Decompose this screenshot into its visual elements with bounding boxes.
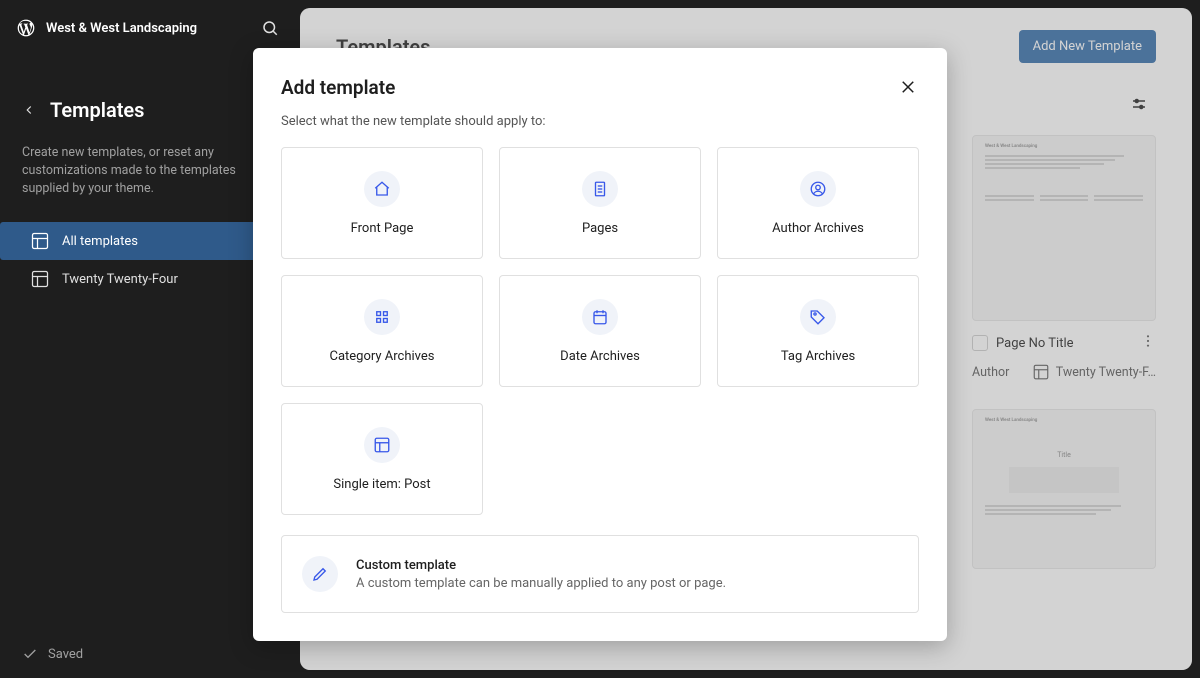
modal-layer: Add template Select what the new templat…	[0, 0, 1200, 678]
close-icon	[899, 78, 917, 96]
template-option-label: Pages	[582, 221, 618, 236]
modal-header: Add template	[281, 76, 919, 102]
template-option-label: Author Archives	[772, 221, 864, 236]
template-option-tag-archives[interactable]: Tag Archives	[717, 275, 919, 387]
modal-subtitle: Select what the new template should appl…	[281, 114, 919, 129]
template-option-date-archives[interactable]: Date Archives	[499, 275, 701, 387]
page-icon	[582, 171, 618, 207]
template-option-label: Category Archives	[330, 349, 435, 364]
custom-template-title: Custom template	[356, 558, 726, 573]
template-option-front-page[interactable]: Front Page	[281, 147, 483, 259]
layout-icon	[364, 427, 400, 463]
template-option-pages[interactable]: Pages	[499, 147, 701, 259]
user-icon	[800, 171, 836, 207]
home-icon	[364, 171, 400, 207]
template-options-grid: Front Page Pages Author Archives Categor…	[281, 147, 919, 515]
template-option-label: Date Archives	[560, 349, 640, 364]
tag-icon	[800, 299, 836, 335]
pencil-icon	[302, 556, 338, 592]
add-template-modal: Add template Select what the new templat…	[253, 48, 947, 641]
custom-template-text: Custom template A custom template can be…	[356, 558, 726, 591]
template-option-label: Tag Archives	[781, 349, 855, 364]
template-option-label: Single item: Post	[333, 477, 430, 492]
template-option-single-post[interactable]: Single item: Post	[281, 403, 483, 515]
template-option-category-archives[interactable]: Category Archives	[281, 275, 483, 387]
template-option-author-archives[interactable]: Author Archives	[717, 147, 919, 259]
custom-template-option[interactable]: Custom template A custom template can be…	[281, 535, 919, 613]
template-option-label: Front Page	[351, 221, 414, 236]
grid-icon	[364, 299, 400, 335]
close-button[interactable]	[897, 76, 919, 102]
modal-title: Add template	[281, 76, 395, 99]
custom-template-desc: A custom template can be manually applie…	[356, 576, 726, 591]
calendar-icon	[582, 299, 618, 335]
